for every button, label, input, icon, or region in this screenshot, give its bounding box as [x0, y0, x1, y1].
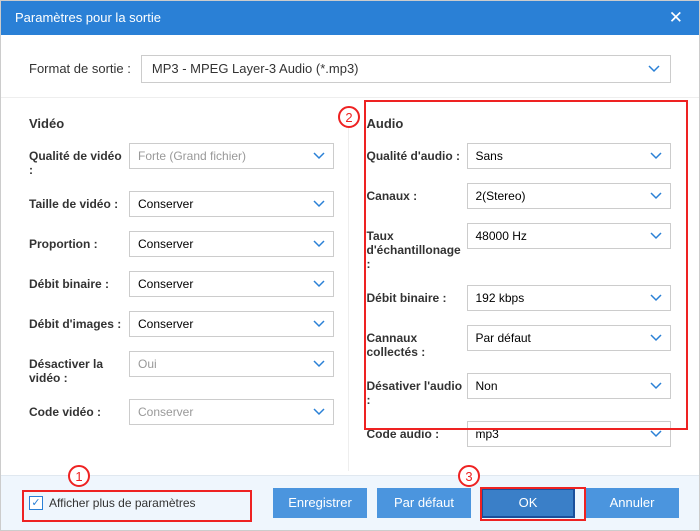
audio-collected-label: Cannaux collectés :	[367, 325, 467, 359]
video-fps-value: Conserver	[138, 317, 193, 331]
audio-channels-field: Canaux : 2(Stereo)	[367, 183, 672, 209]
cancel-button[interactable]: Annuler	[585, 488, 679, 518]
video-quality-label: Qualité de vidéo :	[29, 143, 129, 177]
audio-sample-field: Taux d'échantillonage : 48000 Hz	[367, 223, 672, 271]
audio-quality-value: Sans	[476, 149, 503, 163]
audio-disable-select[interactable]: Non	[467, 373, 672, 399]
audio-channels-select[interactable]: 2(Stereo)	[467, 183, 672, 209]
audio-codec-value: mp3	[476, 427, 499, 441]
audio-collected-field: Cannaux collectés : Par défaut	[367, 325, 672, 359]
audio-channels-value: 2(Stereo)	[476, 189, 526, 203]
audio-sample-value: 48000 Hz	[476, 229, 527, 243]
checkbox-icon: ✓	[29, 496, 43, 510]
video-codec-value: Conserver	[138, 405, 193, 419]
video-bitrate-field: Débit binaire : Conserver	[29, 271, 334, 297]
video-bitrate-select[interactable]: Conserver	[129, 271, 334, 297]
annotation-marker-2: 2	[338, 106, 360, 128]
audio-codec-select[interactable]: mp3	[467, 421, 672, 447]
audio-channels-label: Canaux :	[367, 183, 467, 203]
audio-disable-label: Désativer l'audio :	[367, 373, 467, 407]
default-button[interactable]: Par défaut	[377, 488, 471, 518]
audio-collected-select[interactable]: Par défaut	[467, 325, 672, 351]
audio-collected-value: Par défaut	[476, 331, 531, 345]
annotation-marker-1: 1	[68, 465, 90, 487]
video-size-label: Taille de vidéo :	[29, 191, 129, 211]
video-size-field: Taille de vidéo : Conserver	[29, 191, 334, 217]
video-size-value: Conserver	[138, 197, 193, 211]
format-value: MP3 - MPEG Layer-3 Audio (*.mp3)	[152, 61, 359, 76]
video-ratio-select[interactable]: Conserver	[129, 231, 334, 257]
audio-sample-label: Taux d'échantillonage :	[367, 223, 467, 271]
panels: Vidéo Qualité de vidéo : Forte (Grand fi…	[1, 98, 699, 475]
format-row: Format de sortie : MP3 - MPEG Layer-3 Au…	[1, 35, 699, 98]
video-ratio-label: Proportion :	[29, 231, 129, 251]
video-fps-select[interactable]: Conserver	[129, 311, 334, 337]
show-more-label: Afficher plus de paramètres	[49, 496, 196, 510]
chevron-down-icon	[313, 360, 325, 368]
chevron-down-icon	[650, 232, 662, 240]
video-heading: Vidéo	[29, 116, 334, 131]
video-quality-select[interactable]: Forte (Grand fichier)	[129, 143, 334, 169]
dialog: Paramètres pour la sortie ✕ Format de so…	[0, 0, 700, 531]
footer: ✓ Afficher plus de paramètres Enregistre…	[1, 475, 699, 530]
chevron-down-icon	[650, 152, 662, 160]
save-button[interactable]: Enregistrer	[273, 488, 367, 518]
video-fps-label: Débit d'images :	[29, 311, 129, 331]
video-ratio-value: Conserver	[138, 237, 193, 251]
video-bitrate-label: Débit binaire :	[29, 271, 129, 291]
chevron-down-icon	[313, 200, 325, 208]
audio-disable-value: Non	[476, 379, 498, 393]
chevron-down-icon	[650, 382, 662, 390]
video-panel: Vidéo Qualité de vidéo : Forte (Grand fi…	[29, 106, 348, 471]
video-ratio-field: Proportion : Conserver	[29, 231, 334, 257]
audio-quality-label: Qualité d'audio :	[367, 143, 467, 163]
chevron-down-icon	[313, 320, 325, 328]
audio-codec-label: Code audio :	[367, 421, 467, 441]
window-title: Paramètres pour la sortie	[15, 10, 161, 25]
video-disable-field: Désactiver la vidéo : Oui	[29, 351, 334, 385]
chevron-down-icon	[313, 280, 325, 288]
close-icon[interactable]: ✕	[663, 8, 689, 28]
video-disable-select[interactable]: Oui	[129, 351, 334, 377]
ok-button[interactable]: OK	[481, 488, 575, 518]
chevron-down-icon	[650, 192, 662, 200]
video-quality-value: Forte (Grand fichier)	[138, 149, 246, 163]
audio-bitrate-label: Débit binaire :	[367, 285, 467, 305]
chevron-down-icon	[650, 334, 662, 342]
video-bitrate-value: Conserver	[138, 277, 193, 291]
audio-quality-field: Qualité d'audio : Sans	[367, 143, 672, 169]
video-codec-select[interactable]: Conserver	[129, 399, 334, 425]
show-more-checkbox[interactable]: ✓ Afficher plus de paramètres	[29, 496, 196, 510]
audio-bitrate-value: 192 kbps	[476, 291, 525, 305]
chevron-down-icon	[648, 65, 660, 73]
chevron-down-icon	[650, 294, 662, 302]
video-disable-value: Oui	[138, 357, 157, 371]
audio-bitrate-field: Débit binaire : 192 kbps	[367, 285, 672, 311]
audio-quality-select[interactable]: Sans	[467, 143, 672, 169]
format-select[interactable]: MP3 - MPEG Layer-3 Audio (*.mp3)	[141, 55, 671, 83]
video-size-select[interactable]: Conserver	[129, 191, 334, 217]
chevron-down-icon	[313, 152, 325, 160]
video-codec-field: Code vidéo : Conserver	[29, 399, 334, 425]
audio-disable-field: Désativer l'audio : Non	[367, 373, 672, 407]
video-disable-label: Désactiver la vidéo :	[29, 351, 129, 385]
audio-codec-field: Code audio : mp3	[367, 421, 672, 447]
audio-panel: Audio Qualité d'audio : Sans Canaux : 2(…	[348, 106, 686, 471]
chevron-down-icon	[313, 240, 325, 248]
audio-heading: Audio	[367, 116, 672, 131]
video-quality-field: Qualité de vidéo : Forte (Grand fichier)	[29, 143, 334, 177]
audio-bitrate-select[interactable]: 192 kbps	[467, 285, 672, 311]
titlebar: Paramètres pour la sortie ✕	[1, 1, 699, 35]
annotation-marker-3: 3	[458, 465, 480, 487]
chevron-down-icon	[313, 408, 325, 416]
format-label: Format de sortie :	[29, 61, 131, 76]
chevron-down-icon	[650, 430, 662, 438]
video-codec-label: Code vidéo :	[29, 399, 129, 419]
video-fps-field: Débit d'images : Conserver	[29, 311, 334, 337]
audio-sample-select[interactable]: 48000 Hz	[467, 223, 672, 249]
